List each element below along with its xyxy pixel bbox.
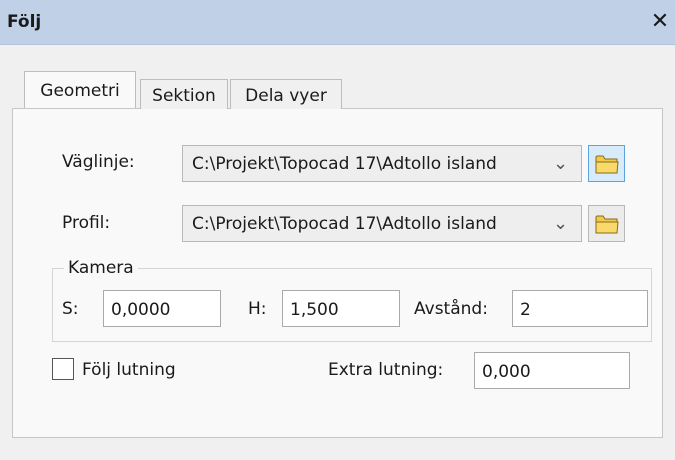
follow-slope-checkbox[interactable] (52, 358, 74, 380)
alignment-label: Väglinje: (62, 152, 135, 172)
profile-value: C:\Projekt\Topocad 17\Adtollo island (192, 214, 497, 234)
close-icon[interactable]: ✕ (647, 9, 673, 35)
folder-icon (595, 155, 619, 174)
extra-slope-input[interactable]: 0,000 (474, 352, 630, 389)
window-title: Följ (7, 12, 42, 32)
extra-slope-label: Extra lutning: (328, 360, 444, 380)
alignment-select[interactable]: C:\Projekt\Topocad 17\Adtollo island ⌄ (182, 145, 582, 182)
alignment-browse-button[interactable] (588, 145, 625, 182)
tab-sektion[interactable]: Sektion (140, 79, 228, 109)
camera-legend: Kamera (64, 258, 138, 278)
chevron-down-icon: ⌄ (553, 213, 569, 234)
tab-geometri[interactable]: Geometri (24, 71, 136, 108)
distance-input[interactable]: 2 (512, 290, 648, 327)
follow-slope-label[interactable]: Följ lutning (82, 360, 176, 380)
h-input[interactable]: 1,500 (282, 290, 400, 327)
profile-select[interactable]: C:\Projekt\Topocad 17\Adtollo island ⌄ (182, 205, 582, 242)
s-label: S: (62, 299, 79, 319)
distance-label: Avstånd: (414, 299, 488, 319)
tab-dela-vyer[interactable]: Dela vyer (230, 79, 342, 109)
profile-label: Profil: (62, 213, 111, 233)
alignment-value: C:\Projekt\Topocad 17\Adtollo island (192, 154, 497, 174)
h-label: H: (248, 299, 267, 319)
s-input[interactable]: 0,0000 (103, 290, 221, 327)
title-bar: Följ ✕ (0, 0, 675, 45)
folder-icon (595, 215, 619, 234)
chevron-down-icon: ⌄ (553, 153, 569, 174)
profile-browse-button[interactable] (588, 205, 625, 242)
